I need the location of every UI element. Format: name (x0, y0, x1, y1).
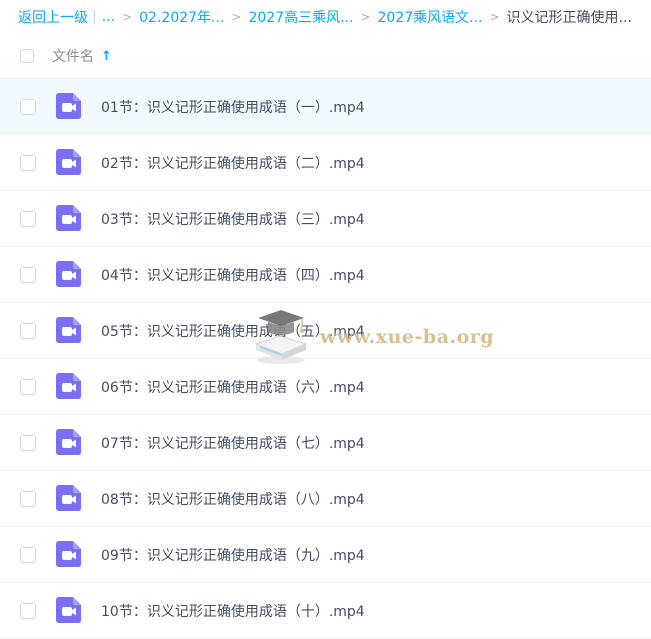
file-name[interactable]: 07节：识义记形正确使用成语（七）.mp4 (101, 433, 365, 453)
file-name[interactable]: 03节：识义记形正确使用成语（三）.mp4 (101, 209, 365, 229)
video-file-icon (56, 541, 81, 567)
video-file-icon (56, 93, 81, 119)
back-link[interactable]: 返回上一级 (18, 7, 88, 27)
file-list: 01节：识义记形正确使用成语（一）.mp4 02节：识义记形正确使用成语（二）.m… (0, 78, 651, 639)
breadcrumb-ellipsis[interactable]: ... (102, 9, 115, 25)
file-row-checkbox[interactable] (20, 379, 36, 395)
file-name[interactable]: 08节：识义记形正确使用成语（八）.mp4 (101, 489, 365, 509)
file-row[interactable]: 02节：识义记形正确使用成语（二）.mp4 (0, 135, 651, 191)
file-row-checkbox[interactable] (20, 267, 36, 283)
column-header-filename[interactable]: 文件名 ↑ (52, 46, 112, 66)
file-name[interactable]: 02节：识义记形正确使用成语（二）.mp4 (101, 153, 365, 173)
file-row[interactable]: 06节：识义记形正确使用成语（六）.mp4 (0, 359, 651, 415)
breadcrumb-arrow: > (489, 10, 500, 24)
file-row[interactable]: 10节：识义记形正确使用成语（十）.mp4 (0, 583, 651, 639)
file-row-checkbox[interactable] (20, 323, 36, 339)
file-name[interactable]: 09节：识义记形正确使用成语（九）.mp4 (101, 545, 365, 565)
video-file-icon (56, 597, 81, 623)
breadcrumb-arrow: > (360, 10, 371, 24)
file-row-checkbox[interactable] (20, 547, 36, 563)
video-file-icon (56, 373, 81, 399)
file-row[interactable]: 05节：识义记形正确使用成语（五）.mp4 (0, 303, 651, 359)
file-row[interactable]: 08节：识义记形正确使用成语（八）.mp4 (0, 471, 651, 527)
file-row[interactable]: 01节：识义记形正确使用成语（一）.mp4 (0, 78, 651, 135)
breadcrumb-arrow: > (231, 10, 242, 24)
file-list-header: 文件名 ↑ (0, 34, 651, 78)
file-row[interactable]: 04节：识义记形正确使用成语（四）.mp4 (0, 247, 651, 303)
file-name[interactable]: 05节：识义记形正确使用成语（五）.mp4 (101, 321, 365, 341)
video-file-icon (56, 485, 81, 511)
breadcrumb-arrow: > (122, 10, 133, 24)
breadcrumb-item-3[interactable]: 2027乘风语文... (378, 7, 483, 27)
file-row-checkbox[interactable] (20, 99, 36, 115)
file-row-checkbox[interactable] (20, 491, 36, 507)
file-row-checkbox[interactable] (20, 435, 36, 451)
file-name[interactable]: 06节：识义记形正确使用成语（六）.mp4 (101, 377, 365, 397)
select-all-checkbox[interactable] (20, 49, 34, 63)
file-row[interactable]: 03节：识义记形正确使用成语（三）.mp4 (0, 191, 651, 247)
file-name[interactable]: 10节：识义记形正确使用成语（十）.mp4 (101, 601, 365, 621)
column-header-label: 文件名 (52, 49, 94, 65)
video-file-icon (56, 261, 81, 287)
video-file-icon (56, 317, 81, 343)
breadcrumb-current: 识义记形正确使用... (506, 10, 632, 26)
breadcrumb: 返回上一级 | ... > 02.2027年... > 2027高三乘风... … (18, 0, 651, 34)
arrow-up-icon: ↑ (101, 48, 112, 64)
video-file-icon (56, 149, 81, 175)
file-row-checkbox[interactable] (20, 211, 36, 227)
file-row-checkbox[interactable] (20, 603, 36, 619)
file-row-checkbox[interactable] (20, 155, 36, 171)
breadcrumb-item-1[interactable]: 02.2027年... (139, 7, 224, 27)
file-row[interactable]: 07节：识义记形正确使用成语（七）.mp4 (0, 415, 651, 471)
breadcrumb-divider: | (92, 9, 97, 25)
video-file-icon (56, 205, 81, 231)
video-file-icon (56, 429, 81, 455)
breadcrumb-item-2[interactable]: 2027高三乘风... (248, 7, 353, 27)
file-row[interactable]: 09节：识义记形正确使用成语（九）.mp4 (0, 527, 651, 583)
file-name[interactable]: 01节：识义记形正确使用成语（一）.mp4 (101, 97, 365, 117)
file-name[interactable]: 04节：识义记形正确使用成语（四）.mp4 (101, 265, 365, 285)
